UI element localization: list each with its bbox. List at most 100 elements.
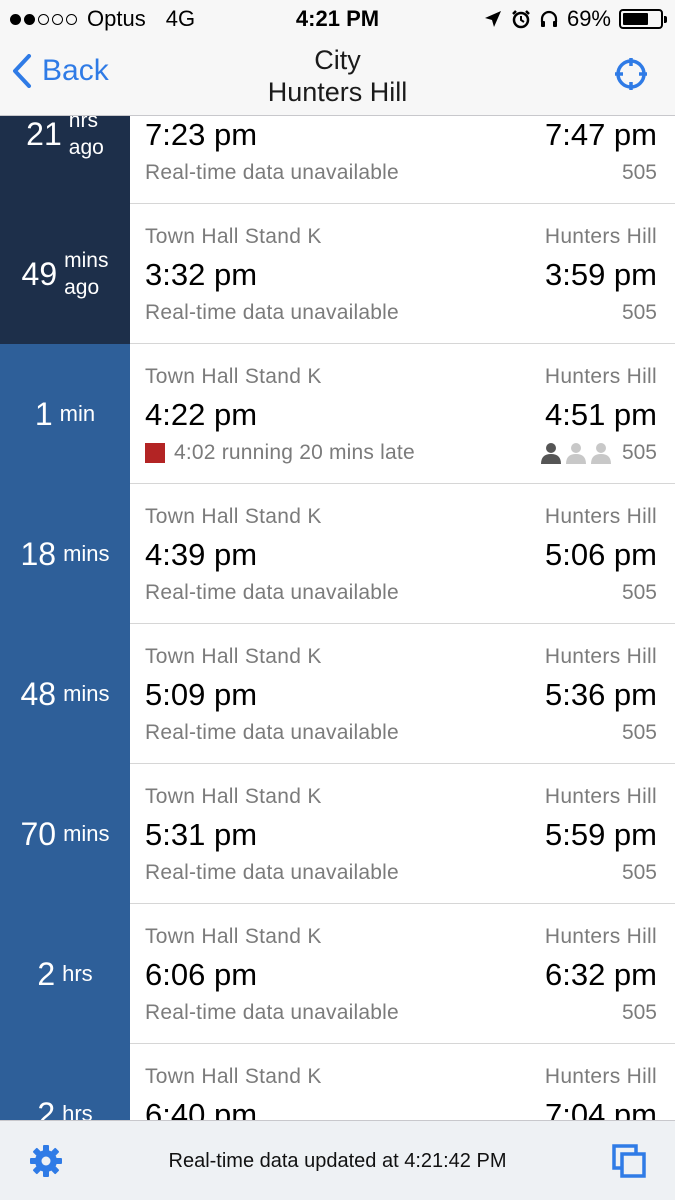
trip-origin: Town Hall Stand K [145, 365, 322, 388]
crosshair-icon [615, 58, 647, 90]
relative-time-value: 49 [21, 255, 58, 292]
location-arrow-icon [483, 9, 503, 29]
realtime-status: Real-time data unavailable [145, 721, 399, 744]
departure-time: 6:06 pm [145, 957, 258, 992]
route-info: 505 [539, 441, 657, 465]
unit-line-1: mins [64, 249, 109, 272]
trip-destination: Hunters Hill [544, 925, 657, 948]
trip-details: Town Hall Stand K Hunters Hill 3:32 pm 3… [130, 204, 675, 344]
relative-time: 18 mins [0, 484, 130, 624]
relative-time: 21 hrs ago [0, 116, 130, 204]
arrival-time: 6:32 pm [544, 957, 657, 992]
trip-list[interactable]: 21 hrs ago 7:23 pm 7:47 pm Real-time data… [0, 116, 675, 1120]
trip-row[interactable]: 49 mins ago Town Hall Stand K Hunters Hil… [0, 204, 675, 344]
realtime-updated-text: Real-time data updated at 4:21:42 PM [168, 1150, 507, 1172]
relative-time-unit: mins [63, 541, 110, 566]
departure-time: 7:23 pm [145, 117, 258, 152]
departure-time: 5:31 pm [145, 817, 258, 852]
relative-time-value: 18 [20, 535, 57, 572]
arrival-time: 5:59 pm [544, 817, 657, 852]
route-number: 505 [621, 441, 657, 464]
title-destination: Hunters Hill [267, 77, 408, 107]
late-status-text: 4:02 running 20 mins late [174, 441, 415, 464]
trip-row[interactable]: 2 hrs Town Hall Stand K Hunters Hill 6:0… [0, 904, 675, 1044]
battery-icon [619, 9, 667, 29]
trip-details: 7:23 pm 7:47 pm Real-time data unavailab… [130, 116, 675, 204]
departure-time: 4:39 pm [145, 537, 258, 572]
trip-origin: Town Hall Stand K [145, 785, 322, 808]
battery-fill [623, 13, 648, 25]
trip-origin: Town Hall Stand K [145, 1065, 322, 1088]
relative-time-value: 2 [37, 1095, 56, 1121]
alarm-icon [511, 9, 531, 29]
bottom-toolbar: Real-time data updated at 4:21:42 PM [0, 1120, 675, 1200]
person-icon [590, 443, 611, 464]
arrival-time: 5:36 pm [544, 677, 657, 712]
relative-time: 2 hrs [0, 1044, 130, 1120]
trip-origin: Town Hall Stand K [145, 505, 322, 528]
unit-line-2: ago [68, 136, 104, 159]
realtime-status: Real-time data unavailable [145, 161, 399, 184]
departure-time: 6:40 pm [145, 1097, 258, 1120]
relative-time-unit: hrs [62, 961, 93, 986]
trip-row[interactable]: 70 mins Town Hall Stand K Hunters Hill 5… [0, 764, 675, 904]
page-title: City Hunters Hill [0, 44, 675, 108]
relative-time-unit: mins ago [64, 247, 108, 301]
trip-row[interactable]: 18 mins Town Hall Stand K Hunters Hill 4… [0, 484, 675, 624]
arrival-time: 7:04 pm [544, 1097, 657, 1120]
trip-details: Town Hall Stand K Hunters Hill 4:39 pm 5… [130, 484, 675, 624]
relative-time: 49 mins ago [0, 204, 130, 344]
route-number: 505 [621, 861, 657, 884]
arrival-time: 4:51 pm [544, 397, 657, 432]
trip-destination: Hunters Hill [544, 225, 657, 248]
route-number: 505 [621, 161, 657, 184]
trip-destination: Hunters Hill [544, 505, 657, 528]
departure-time: 3:32 pm [145, 257, 258, 292]
relative-time-value: 48 [20, 675, 57, 712]
trip-row[interactable]: 1 min Town Hall Stand K Hunters Hill 4:2… [0, 344, 675, 484]
realtime-status: 4:02 running 20 mins late [145, 441, 415, 465]
realtime-status: Real-time data unavailable [145, 301, 399, 324]
unit-line-2: ago [64, 276, 100, 299]
relative-time: 2 hrs [0, 904, 130, 1044]
relative-time-value: 21 [26, 116, 62, 152]
route-number: 505 [621, 1001, 657, 1024]
trip-details: Town Hall Stand K Hunters Hill 5:09 pm 5… [130, 624, 675, 764]
realtime-status: Real-time data unavailable [145, 861, 399, 884]
arrival-time: 5:06 pm [544, 537, 657, 572]
relative-time-value: 2 [37, 955, 56, 992]
trip-details: Town Hall Stand K Hunters Hill 4:22 pm 4… [130, 344, 675, 484]
relative-time-unit: min [59, 401, 96, 426]
copy-windows-icon [612, 1144, 646, 1178]
relative-time: 1 min [0, 344, 130, 484]
trip-row[interactable]: 21 hrs ago 7:23 pm 7:47 pm Real-time data… [0, 116, 675, 204]
trip-destination: Hunters Hill [544, 365, 657, 388]
realtime-status: Real-time data unavailable [145, 581, 399, 604]
trip-destination: Hunters Hill [544, 1065, 657, 1088]
relative-time-unit: hrs ago [69, 116, 104, 161]
headphones-icon [539, 9, 559, 29]
arrival-time: 3:59 pm [544, 257, 657, 292]
occupancy-icon [539, 442, 613, 464]
relative-time-unit: hrs [62, 1101, 93, 1120]
battery-percent: 69% [566, 6, 611, 31]
navigation-bar: Back City Hunters Hill [0, 38, 675, 116]
relative-time-value: 1 [34, 395, 53, 432]
person-icon [565, 443, 586, 464]
arrival-time: 7:47 pm [544, 117, 657, 152]
trip-origin: Town Hall Stand K [145, 645, 322, 668]
trip-row[interactable]: 48 mins Town Hall Stand K Hunters Hill 5… [0, 624, 675, 764]
relative-time: 48 mins [0, 624, 130, 764]
trip-origin: Town Hall Stand K [145, 925, 322, 948]
title-origin: City [314, 45, 361, 75]
status-bar: Optus 4G 4:21 PM 69% [0, 0, 675, 38]
relative-time: 70 mins [0, 764, 130, 904]
relative-time-unit: mins [63, 821, 110, 846]
trip-destination: Hunters Hill [544, 645, 657, 668]
trip-row[interactable]: 2 hrs Town Hall Stand K Hunters Hill 6:4… [0, 1044, 675, 1120]
unit-line-1: hrs [68, 116, 98, 132]
locate-button[interactable] [613, 56, 649, 92]
person-icon [540, 443, 561, 464]
switch-view-button[interactable] [611, 1143, 647, 1179]
trip-details: Town Hall Stand K Hunters Hill 6:40 pm 7… [130, 1044, 675, 1120]
